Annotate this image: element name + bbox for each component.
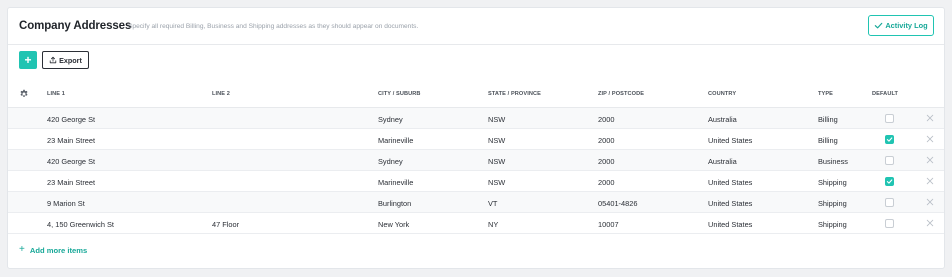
column-header-line1[interactable]: LINE 1	[47, 91, 65, 97]
cell-zip: 10007	[598, 219, 619, 229]
close-icon[interactable]	[926, 177, 934, 185]
table-row[interactable]: 23 Main Street Marineville NSW 2000 United S…	[8, 171, 944, 192]
cell-country: United States	[708, 219, 753, 229]
add-more-items-label: Add more items	[29, 245, 88, 255]
table-row[interactable]: 9 Marion St Burlington VT 05401-4826 United …	[8, 192, 944, 213]
cell-line1: 23 Main Street	[47, 135, 96, 145]
cell-state: NSW	[488, 114, 506, 124]
column-header-city[interactable]: CITY / SUBURB	[378, 91, 421, 97]
cell-type: Business	[818, 156, 848, 166]
card-header: Company Addresses Specify all required B…	[8, 8, 944, 45]
default-checkbox[interactable]	[885, 176, 894, 186]
check-icon	[886, 136, 893, 142]
cell-city: Sydney	[378, 156, 403, 166]
check-icon	[875, 22, 883, 29]
column-header-default[interactable]: DEFAULT	[872, 91, 898, 97]
cell-zip: 2000	[598, 177, 615, 187]
close-icon[interactable]	[926, 114, 934, 122]
page-subtitle: Specify all required Billing, Business a…	[128, 23, 419, 30]
cell-line1: 420 George St	[47, 156, 96, 166]
toolbar: + Export	[19, 51, 89, 69]
cell-state: VT	[488, 198, 498, 208]
cell-country: United States	[708, 135, 753, 145]
default-checkbox[interactable]	[885, 218, 894, 228]
table-row[interactable]: 4, 150 Greenwich St 47 Floor New York NY 100…	[8, 213, 944, 234]
close-icon[interactable]	[926, 156, 934, 164]
cell-line2: 47 Floor	[212, 219, 240, 229]
export-button[interactable]: Export	[42, 51, 89, 69]
export-label: Export	[59, 55, 82, 65]
column-header-line2[interactable]: LINE 2	[212, 91, 230, 97]
close-icon[interactable]	[926, 219, 934, 227]
cell-city: Burlington	[378, 198, 412, 208]
table-header: LINE 1 LINE 2 CITY / SUBURB STATE / PROV…	[8, 81, 944, 108]
cell-line1: 23 Main Street	[47, 177, 96, 187]
cell-country: United States	[708, 198, 753, 208]
check-icon	[886, 178, 893, 184]
cell-country: United States	[708, 177, 753, 187]
cell-type: Billing	[818, 114, 838, 124]
cell-city: Sydney	[378, 114, 403, 124]
close-icon[interactable]	[926, 135, 934, 143]
addresses-table: LINE 1 LINE 2 CITY / SUBURB STATE / PROV…	[8, 81, 944, 234]
cell-city: Marineville	[378, 135, 414, 145]
cell-line1: 420 George St	[47, 114, 96, 124]
cell-type: Billing	[818, 135, 838, 145]
company-addresses-card: Company Addresses Specify all required B…	[7, 7, 945, 269]
activity-log-label: Activity Log	[885, 21, 928, 30]
cell-line1: 9 Marion St	[47, 198, 85, 208]
column-header-state[interactable]: STATE / PROVINCE	[488, 91, 541, 97]
column-header-type[interactable]: TYPE	[818, 91, 833, 97]
cell-city: Marineville	[378, 177, 414, 187]
cell-zip: 05401-4826	[598, 198, 638, 208]
cell-zip: 2000	[598, 135, 615, 145]
default-checkbox[interactable]	[885, 113, 894, 123]
gear-icon[interactable]	[19, 89, 29, 99]
default-checkbox[interactable]	[885, 134, 894, 144]
table-row[interactable]: 420 George St Sydney NSW 2000 Australia Busin…	[8, 150, 944, 171]
default-checkbox[interactable]	[885, 155, 894, 165]
cell-type: Shipping	[818, 198, 847, 208]
cell-state: NY	[488, 219, 499, 229]
table-row[interactable]: 420 George St Sydney NSW 2000 Australia Billi…	[8, 108, 944, 129]
cell-zip: 2000	[598, 156, 615, 166]
activity-log-button[interactable]: Activity Log	[868, 15, 934, 36]
plus-icon: +	[19, 244, 25, 255]
add-button[interactable]: +	[19, 51, 37, 69]
cell-state: NSW	[488, 177, 506, 187]
cell-country: Australia	[708, 156, 737, 166]
close-icon[interactable]	[926, 198, 934, 206]
cell-zip: 2000	[598, 114, 615, 124]
cell-city: New York	[378, 219, 410, 229]
page-title: Company Addresses	[19, 20, 132, 32]
column-header-country[interactable]: COUNTRY	[708, 91, 736, 97]
column-header-zip[interactable]: ZIP / POSTCODE	[598, 91, 644, 97]
table-row[interactable]: 23 Main Street Marineville NSW 2000 United S…	[8, 129, 944, 150]
cell-state: NSW	[488, 156, 506, 166]
cell-type: Shipping	[818, 177, 847, 187]
add-more-items-link[interactable]: + Add more items	[19, 245, 87, 255]
default-checkbox[interactable]	[885, 197, 894, 207]
upload-icon	[49, 56, 57, 64]
cell-line1: 4, 150 Greenwich St	[47, 219, 114, 229]
table-body: 420 George St Sydney NSW 2000 Australia Billi…	[8, 108, 944, 234]
cell-type: Shipping	[818, 219, 847, 229]
cell-country: Australia	[708, 114, 737, 124]
cell-state: NSW	[488, 135, 506, 145]
